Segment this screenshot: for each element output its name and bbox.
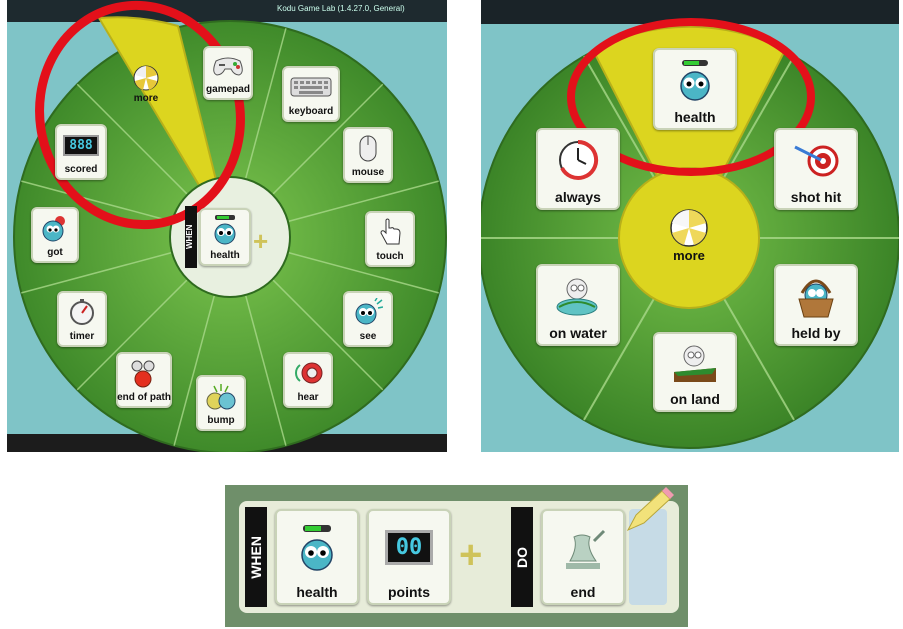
basket-icon xyxy=(798,279,834,317)
left-screenshot-panel: Kodu Game Lab (1.4.27.0, General) more g… xyxy=(7,0,447,452)
speaker-icon xyxy=(295,362,323,384)
pie-item-label: end of path xyxy=(117,392,171,403)
pie-item-label: scored xyxy=(64,164,98,175)
hand-pointer-icon xyxy=(380,218,401,245)
stopwatch-icon xyxy=(70,299,94,325)
pie-item-label: mouse xyxy=(351,167,385,178)
rule-tile-end[interactable]: end xyxy=(541,509,625,605)
add-plus-icon[interactable]: + xyxy=(253,226,268,257)
when-label: WHEN xyxy=(185,224,194,250)
pie-item-label: gamepad xyxy=(206,84,250,95)
pie-item-on-land[interactable]: on land xyxy=(653,332,737,412)
bump-icon xyxy=(206,384,236,410)
add-plus-icon[interactable]: + xyxy=(459,533,482,578)
when-strip: WHEN xyxy=(245,507,267,607)
pie-item-label: touch xyxy=(376,251,404,262)
pie-item-label: on land xyxy=(670,391,720,407)
rule-tile-points[interactable]: 00 points xyxy=(367,509,451,605)
tile-label: health xyxy=(296,584,338,600)
pie-item-see[interactable]: see xyxy=(343,291,393,347)
pie-item-always[interactable]: always xyxy=(536,128,620,210)
pie-item-on-water[interactable]: on water xyxy=(536,264,620,346)
pencil-icon xyxy=(626,487,674,532)
do-strip: DO xyxy=(511,507,533,607)
pie-item-label: health xyxy=(674,109,716,125)
pie-item-gamepad[interactable]: gamepad xyxy=(203,46,253,100)
pie-item-label: got xyxy=(47,247,63,258)
land-icon xyxy=(674,345,716,382)
pie-item-timer[interactable]: timer xyxy=(57,291,107,347)
health-kodu-icon xyxy=(214,215,236,245)
rule-tile-health[interactable]: health xyxy=(275,509,359,605)
pie-item-scored[interactable]: 888 scored xyxy=(55,124,107,180)
tile-label: end xyxy=(570,584,596,600)
pie-item-got[interactable]: got xyxy=(31,207,79,263)
center-health-tile[interactable]: health xyxy=(199,208,251,266)
rule-editor-panel: WHEN health 00 points + DO end xyxy=(225,485,688,627)
keyboard-icon xyxy=(290,77,332,97)
pie-item-shot-hit[interactable]: shot hit xyxy=(774,128,858,210)
pie-item-more[interactable]: more xyxy=(122,63,170,107)
pie-item-label: keyboard xyxy=(288,106,334,117)
got-apple-icon xyxy=(42,216,65,242)
pie-item-label: shot hit xyxy=(790,189,842,205)
center-more-label: more xyxy=(673,248,705,263)
when-strip: WHEN xyxy=(185,206,197,268)
pie-item-hear[interactable]: hear xyxy=(283,352,333,408)
chess-king-icon xyxy=(566,529,606,569)
when-label: WHEN xyxy=(248,535,264,579)
pie-more-icon xyxy=(670,209,708,247)
health-kodu-icon xyxy=(301,524,333,571)
path-end-icon xyxy=(131,360,155,388)
pie-item-label: more xyxy=(133,93,159,104)
gamepad-icon xyxy=(213,57,243,76)
score-digits-icon: 00 xyxy=(384,530,434,565)
pie-item-label: held by xyxy=(791,325,841,341)
pie-item-label: see xyxy=(359,331,377,342)
pie-item-label: bump xyxy=(207,415,235,426)
pie-item-label: health xyxy=(210,250,240,261)
pie-item-touch[interactable]: touch xyxy=(365,211,415,267)
target-icon xyxy=(794,145,839,176)
right-screenshot-panel: health shot hit held by on land on water… xyxy=(481,0,899,452)
pie-item-keyboard[interactable]: keyboard xyxy=(282,66,340,122)
do-label: DO xyxy=(514,546,530,568)
pie-more-icon xyxy=(133,65,159,91)
pie-item-held-by[interactable]: held by xyxy=(774,264,858,346)
see-eye-icon xyxy=(355,298,383,325)
score-digits-icon: 888 xyxy=(63,134,99,156)
center-more-button[interactable]: more xyxy=(659,208,719,278)
pie-item-bump[interactable]: bump xyxy=(196,375,246,431)
pie-item-health[interactable]: health xyxy=(653,48,737,130)
pie-item-end-of-path[interactable]: end of path xyxy=(116,352,172,408)
pie-item-label: hear xyxy=(297,392,319,403)
pie-item-label: timer xyxy=(69,331,95,342)
mouse-icon xyxy=(359,135,377,162)
pie-item-label: always xyxy=(555,189,601,205)
tile-label: points xyxy=(388,584,430,600)
health-kodu-icon xyxy=(680,59,710,101)
water-icon xyxy=(556,278,598,315)
clock-icon xyxy=(559,139,599,180)
pie-item-mouse[interactable]: mouse xyxy=(343,127,393,183)
pie-item-label: on water xyxy=(549,325,607,341)
